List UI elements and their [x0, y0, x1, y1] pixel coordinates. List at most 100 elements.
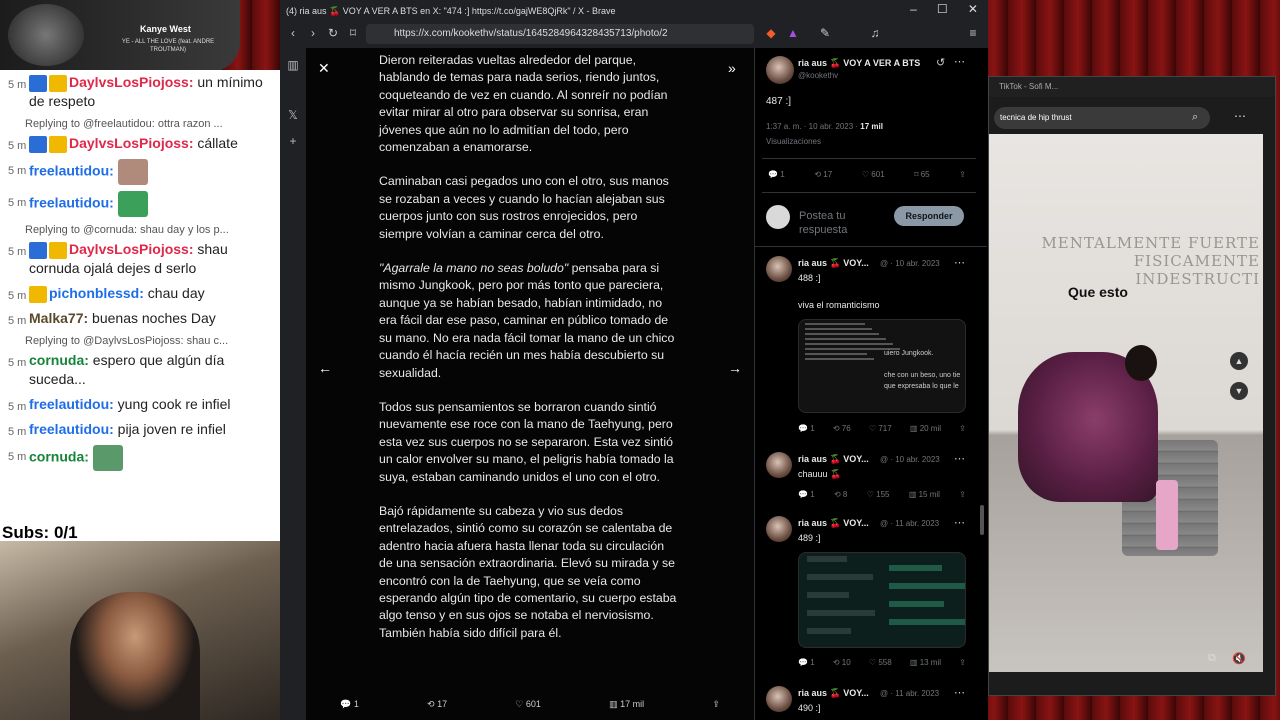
chat-username[interactable]: freelautidou:	[29, 421, 114, 437]
mute-icon[interactable]: 🔇	[1232, 652, 1246, 665]
tweet-author-name[interactable]: ria aus 🍒 VOY A VER A BTS	[798, 58, 928, 69]
chat-username[interactable]: cornuda:	[29, 449, 89, 465]
retweet-action[interactable]: ⟲ 17	[427, 699, 447, 710]
retweet-action[interactable]: ⟲ 17	[814, 170, 832, 179]
reply-extra-text: viva el romanticismo	[798, 300, 880, 310]
avatar[interactable]	[766, 56, 794, 84]
reply-image[interactable]	[798, 552, 966, 648]
avatar[interactable]	[766, 686, 792, 712]
like-action[interactable]: ♡ 558	[869, 658, 892, 667]
brave-rewards-icon[interactable]: ▲	[786, 26, 800, 40]
share-icon[interactable]: ⇪	[959, 490, 966, 499]
brave-shield-icon[interactable]: ◆	[764, 26, 778, 40]
reply-author-name[interactable]: ria aus 🍒 VOY...	[798, 454, 878, 465]
window-title: (4) ria aus 🍒 VOY A VER A BTS en X: "474…	[286, 6, 616, 16]
scrollbar[interactable]	[980, 505, 984, 535]
bookmark-action[interactable]: ⌑ 65	[914, 170, 929, 179]
chat-username[interactable]: DaylvsLosPiojoss:	[69, 135, 194, 151]
close-viewer-icon[interactable]: ✕	[318, 60, 330, 77]
tweet-author-handle[interactable]: @kookethv	[798, 71, 838, 80]
chat-badge-icon	[49, 135, 67, 153]
maximize-button[interactable]: ☐	[937, 2, 948, 20]
share-icon[interactable]: ⇪	[959, 170, 966, 179]
add-panel-icon[interactable]: +	[284, 132, 302, 150]
more-options-icon[interactable]: ⋯	[954, 452, 965, 465]
more-options-icon[interactable]: ⋯	[954, 55, 965, 68]
reload-icon[interactable]: ↻	[326, 26, 340, 40]
views-action[interactable]: ▥ 20 mil	[910, 424, 941, 433]
like-action[interactable]: ♡ 717	[869, 424, 892, 433]
chat-username[interactable]: cornuda:	[29, 352, 89, 368]
retweet-action[interactable]: ⟲ 76	[833, 424, 851, 433]
chat-message: 5 m pichonblessd: chau day	[0, 281, 280, 306]
minimize-button[interactable]: –	[910, 2, 917, 20]
like-action[interactable]: ♡ 155	[867, 490, 890, 499]
share-icon[interactable]: ⇪	[959, 658, 966, 667]
wall-text-line: MENTALMENTE FUERTE	[1041, 234, 1260, 252]
reply-action[interactable]: 💬 1	[768, 170, 785, 179]
previous-photo-icon[interactable]: ←	[318, 360, 332, 376]
more-options-icon[interactable]: ⋯	[1234, 109, 1246, 123]
reply-author-name[interactable]: ria aus 🍒 VOY...	[798, 518, 878, 529]
reply-text: 490 :]	[798, 703, 821, 713]
back-icon[interactable]: ‹	[286, 26, 300, 40]
sidebar-toggle-icon[interactable]: ▥	[284, 56, 302, 74]
chat-username[interactable]: DaylvsLosPiojoss:	[69, 241, 194, 257]
chat-username[interactable]: freelautidou:	[29, 396, 114, 412]
chevron-up-icon[interactable]: ▲	[1230, 352, 1248, 370]
like-action[interactable]: ♡ 601	[862, 170, 885, 179]
avatar[interactable]	[766, 256, 792, 282]
chat-timestamp: 5 m	[8, 357, 27, 369]
reply-action[interactable]: 💬 1	[798, 490, 815, 499]
chat-username[interactable]: pichonblessd:	[49, 285, 144, 301]
share-icon[interactable]: ⇪	[712, 699, 720, 710]
music-icon[interactable]: ♫	[868, 26, 882, 40]
close-window-button[interactable]: ✕	[968, 2, 978, 20]
search-input[interactable]: tecnica de hip thrust	[994, 107, 1210, 129]
my-avatar	[766, 205, 790, 229]
more-options-icon[interactable]: ⋯	[954, 686, 965, 699]
more-options-icon[interactable]: ⋯	[954, 256, 965, 269]
chat-username[interactable]: DaylvsLosPiojoss:	[69, 74, 194, 90]
chat-username[interactable]: Malka77:	[29, 310, 88, 326]
views-action[interactable]: ▥ 15 mil	[909, 490, 940, 499]
expand-panel-icon[interactable]: »	[728, 60, 736, 76]
menu-icon[interactable]: ≡	[966, 26, 980, 40]
chevron-down-icon[interactable]: ▼	[1230, 382, 1248, 400]
reply-action[interactable]: 💬 1	[798, 658, 815, 667]
reply-action[interactable]: 💬 1	[798, 424, 815, 433]
tweet-actions: 💬 1 ⟲ 17 ♡ 601 ⌑ 65 ⇪	[768, 170, 966, 179]
avatar[interactable]	[766, 452, 792, 478]
address-bar[interactable]: https://x.com/kookethv/status/1645284964…	[366, 24, 754, 44]
chat-message: 5 m DaylvsLosPiojoss: cállate	[0, 131, 280, 156]
retweet-action[interactable]: ⟲ 10	[833, 658, 851, 667]
reply-author-name[interactable]: ria aus 🍒 VOY...	[798, 688, 878, 699]
pip-icon[interactable]: ⧉	[1208, 652, 1216, 665]
grok-icon[interactable]: ↺	[936, 56, 945, 69]
chat-message: 5 m freelautidou: yung cook re infiel	[0, 392, 280, 417]
story-paragraph: Bajó rápidamente su cabeza y vio sus ded…	[379, 503, 677, 640]
share-icon[interactable]: ⇪	[959, 424, 966, 433]
extensions-icon[interactable]: ✎	[818, 26, 832, 40]
chat-username[interactable]: freelautidou:	[29, 195, 114, 211]
chat-username[interactable]: freelautidou:	[29, 163, 114, 179]
chat-badge-icon	[29, 241, 47, 259]
more-options-icon[interactable]: ⋯	[954, 516, 965, 529]
search-icon[interactable]: ⌕	[1192, 111, 1198, 124]
bookmark-icon[interactable]: ⌑	[346, 26, 360, 40]
reply-actions: 💬 1 ⟲ 76 ♡ 717 ▥ 20 mil ⇪	[798, 424, 966, 433]
like-action[interactable]: ♡ 601	[515, 699, 541, 710]
forward-icon[interactable]: ›	[306, 26, 320, 40]
avatar[interactable]	[766, 516, 792, 542]
views-action[interactable]: ▥ 13 mil	[910, 658, 941, 667]
reply-input[interactable]: Postea tu respuesta	[799, 209, 889, 237]
reply-author-name[interactable]: ria aus 🍒 VOY...	[798, 258, 878, 269]
retweet-action[interactable]: ⟲ 8	[834, 490, 847, 499]
x-icon[interactable]: 𝕏	[284, 106, 302, 124]
reply-action[interactable]: 💬 1	[340, 699, 359, 710]
next-photo-icon[interactable]: →	[728, 360, 742, 376]
views-action[interactable]: ▥ 17 mil	[609, 699, 644, 710]
reply-button[interactable]: Responder	[894, 206, 964, 226]
reply-image[interactable]	[798, 319, 966, 413]
window-controls: – ☐ ✕	[900, 2, 988, 20]
